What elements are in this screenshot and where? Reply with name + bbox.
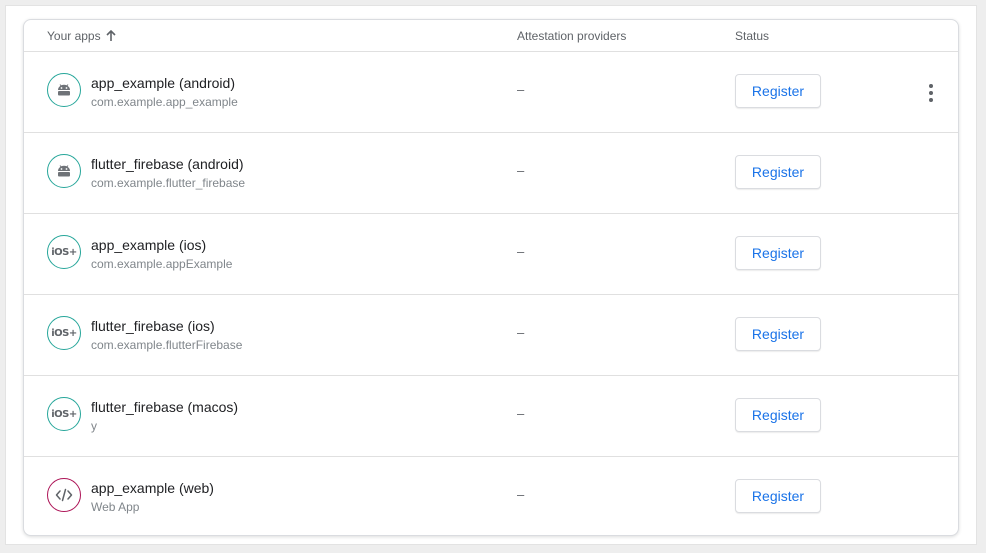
app-bundle-id: com.example.appExample xyxy=(91,257,233,271)
attestation-value: – xyxy=(517,163,525,178)
table-row: app_example (web) Web App – Register xyxy=(24,457,958,535)
app-bundle-id: Web App xyxy=(91,500,140,514)
register-button[interactable]: Register xyxy=(735,155,821,189)
ios-icon: iOS+ xyxy=(47,316,81,350)
attestation-value: – xyxy=(517,244,525,259)
app-bundle-id: com.example.flutter_firebase xyxy=(91,176,246,190)
app-bundle-id: com.example.app_example xyxy=(91,95,238,109)
app-name: flutter_firebase (android) xyxy=(91,156,244,172)
app-name: flutter_firebase (macos) xyxy=(91,399,239,415)
android-icon xyxy=(47,73,81,107)
app-name: app_example (web) xyxy=(91,480,214,496)
app-bundle-id: com.example.flutterFirebase xyxy=(91,338,243,352)
table-row: iOS+ flutter_firebase (ios) com.example.… xyxy=(24,295,958,376)
android-icon xyxy=(47,154,81,188)
table-row: app_example (android) com.example.app_ex… xyxy=(24,52,958,133)
register-button[interactable]: Register xyxy=(735,317,821,351)
ios-icon: iOS+ xyxy=(47,235,81,269)
app-name: flutter_firebase (ios) xyxy=(91,318,215,334)
register-button[interactable]: Register xyxy=(735,398,821,432)
more-vert-icon[interactable] xyxy=(922,82,940,104)
apps-table: Your apps Attestation providers Status a… xyxy=(23,19,959,536)
register-button[interactable]: Register xyxy=(735,74,821,108)
app-name: app_example (android) xyxy=(91,75,235,91)
ios-icon-label: iOS+ xyxy=(51,246,77,258)
table-header: Your apps Attestation providers Status xyxy=(24,20,958,52)
header-your-apps-label: Your apps xyxy=(47,29,101,43)
ios-icon-label: iOS+ xyxy=(51,327,77,339)
header-attestation-providers: Attestation providers xyxy=(517,29,627,43)
table-row: iOS+ flutter_firebase (macos) y – Regist… xyxy=(24,376,958,457)
register-button[interactable]: Register xyxy=(735,479,821,513)
attestation-value: – xyxy=(517,406,525,421)
attestation-value: – xyxy=(517,325,525,340)
table-row: flutter_firebase (android) com.example.f… xyxy=(24,133,958,214)
table-row: iOS+ app_example (ios) com.example.appEx… xyxy=(24,214,958,295)
app-name: app_example (ios) xyxy=(91,237,207,253)
ios-icon: iOS+ xyxy=(47,397,81,431)
attestation-value: – xyxy=(517,487,525,502)
window-frame: Your apps Attestation providers Status a… xyxy=(5,5,977,545)
attestation-value: – xyxy=(517,82,525,97)
ios-icon-label: iOS+ xyxy=(51,408,77,420)
app-bundle-id: y xyxy=(91,419,97,433)
sort-arrow-up-icon[interactable] xyxy=(106,29,116,46)
header-your-apps[interactable]: Your apps xyxy=(47,28,116,46)
web-code-icon xyxy=(47,478,81,512)
register-button[interactable]: Register xyxy=(735,236,821,270)
header-status: Status xyxy=(735,29,770,43)
